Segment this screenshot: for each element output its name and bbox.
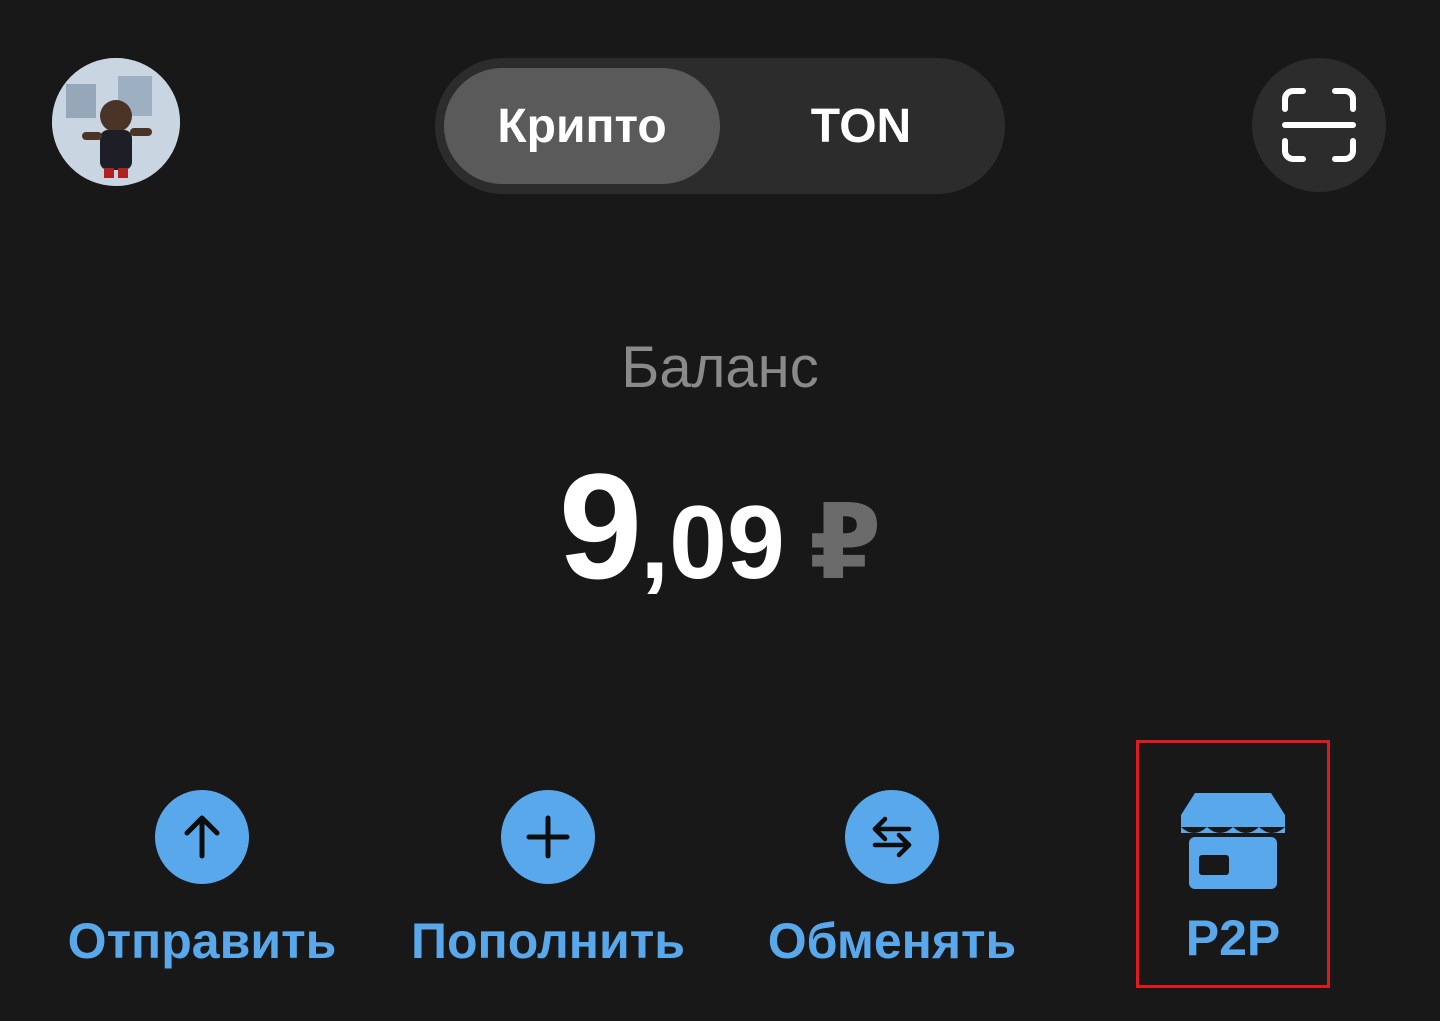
exchange-arrows-icon	[872, 816, 912, 858]
top-up-circle	[501, 790, 595, 884]
currency-segmented-control: Крипто TON	[435, 58, 1005, 194]
balance-amount: 9,09 ₽	[0, 440, 1440, 613]
balance-fraction: ,09	[640, 485, 785, 601]
tab-ton[interactable]: TON	[725, 68, 997, 184]
plus-icon	[526, 815, 570, 859]
tab-crypto[interactable]: Крипто	[444, 68, 720, 184]
balance-label: Баланс	[621, 335, 819, 400]
p2p-button[interactable]: P2P	[1136, 740, 1330, 988]
exchange-button[interactable]: Обменять	[752, 790, 1032, 970]
wallet-screen: Крипто TON Баланс 9,09 ₽ Отправить Попол…	[0, 0, 1440, 1021]
scan-icon	[1282, 88, 1356, 162]
p2p-label: P2P	[1185, 910, 1281, 966]
top-up-button[interactable]: Пополнить	[408, 790, 688, 970]
exchange-label: Обменять	[767, 913, 1017, 969]
send-button[interactable]: Отправить	[62, 790, 342, 970]
avatar[interactable]	[52, 58, 180, 186]
top-up-label: Пополнить	[411, 913, 685, 969]
send-circle	[155, 790, 249, 884]
currency-symbol: ₽	[808, 485, 882, 601]
scan-button[interactable]	[1252, 58, 1386, 192]
balance-integer: 9	[558, 442, 642, 610]
avatar-image	[52, 58, 180, 186]
store-icon	[1181, 793, 1285, 889]
arrow-up-icon	[184, 815, 220, 859]
exchange-circle	[845, 790, 939, 884]
send-label: Отправить	[67, 913, 337, 969]
